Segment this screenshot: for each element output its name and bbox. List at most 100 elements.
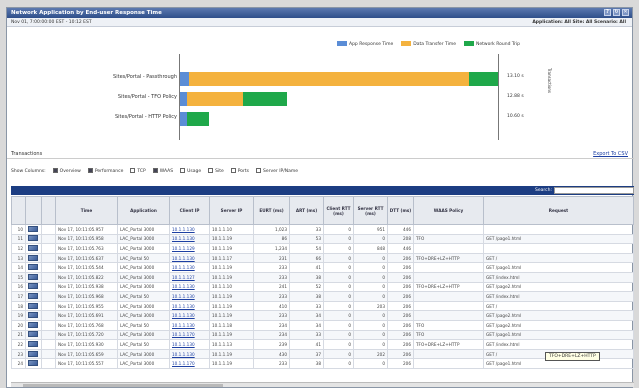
table-row[interactable]: 14 Nov 17, 10:11:05.544 LAC_Portal 3000 10.… [11,262,634,273]
client-ip-link[interactable]: 10.1.1.170 [169,358,210,369]
column-toggle[interactable]: Site [208,168,224,174]
time-cell: Nov 17, 10:11:05.955 [55,300,118,312]
details-icon[interactable] [28,292,38,299]
details-icon[interactable] [28,254,38,261]
checkbox[interactable] [208,168,214,173]
details-icon[interactable] [28,264,38,271]
client-ip-link[interactable]: 10.1.1.130 [169,233,210,245]
details-icon[interactable] [28,302,38,309]
column-header[interactable]: Request [483,196,634,225]
checkbox[interactable] [256,168,262,173]
column-toggle[interactable]: Usage [180,168,201,174]
checkbox[interactable] [152,168,158,173]
client-ip-link[interactable]: 10.1.1.130 [169,319,210,331]
column-header[interactable]: Client RTT (ms) [323,196,354,225]
table-row[interactable]: 18 Nov 17, 10:11:05.955 LAC_Portal 3000 10.… [11,300,634,312]
details-icon[interactable] [28,331,38,338]
column-toggle[interactable]: Performance [87,168,124,174]
waas-policy-cell [413,243,484,254]
table-row[interactable]: 13 Nov 17, 10:11:05.637 LAC_Portal 50 10.1.… [11,252,634,264]
horizontal-scrollbar[interactable] [11,382,634,387]
table-row[interactable]: 19 Nov 17, 10:11:05.691 LAC_Portal 3000 10.… [11,310,634,321]
column-header[interactable]: Time [55,196,118,225]
table-row[interactable]: 21 Nov 17, 10:11:05.720 LAC_Portal 3000 10.… [11,329,634,341]
column-header[interactable]: Application [117,196,170,225]
column-header[interactable]: Server RTT (ms) [353,196,388,225]
close-icon[interactable]: ✕ [622,9,629,16]
table-row[interactable]: 15 Nov 17, 10:11:05.822 LAC_Portal 3000 10.… [11,271,634,283]
refresh-icon[interactable]: ↻ [613,9,620,16]
search-input[interactable] [554,187,634,194]
column-toggle[interactable]: WAAS [152,168,173,174]
request-cell: GET /page1.html [483,329,634,341]
request-cell: GET / [483,252,634,264]
details-icon[interactable] [28,360,38,367]
details-icon[interactable] [28,350,38,357]
row-icon-cell [25,329,42,341]
client-ip-link[interactable]: 10.1.1.129 [169,243,210,254]
client-ip-link[interactable]: 10.1.1.130 [169,281,210,293]
checkbox[interactable] [87,168,93,173]
client-ip-link[interactable]: 10.1.1.127 [169,271,210,283]
column-header[interactable]: EURT (ms) [253,196,290,225]
column-toggle[interactable]: Ports [230,168,249,174]
column-toggle[interactable]: Server IP/Name [256,168,298,174]
column-header[interactable]: ART (ms) [289,196,324,225]
column-header[interactable] [11,196,26,225]
column-toggle-label: Performance [94,169,124,174]
table-row[interactable]: 17 Nov 17, 10:11:05.968 LAC_Portal 50 10.1.… [11,291,634,302]
right-value-label: 10.60 s [507,114,524,119]
client-ip-link[interactable]: 10.1.1.130 [169,224,210,235]
spacer-cell [41,224,56,235]
client-ip-link[interactable]: 10.1.1.130 [169,291,210,302]
details-icon[interactable] [28,321,38,328]
client-ip-link[interactable]: 10.1.1.130 [169,348,210,360]
help-icon[interactable]: ? [604,9,611,16]
dtt-cell: 206 [387,329,414,341]
client-ip-link[interactable]: 10.1.1.130 [169,300,210,312]
scrollbar-thumb[interactable] [23,384,223,387]
checkbox[interactable] [230,168,236,173]
request-cell: GET / [483,300,634,312]
client-rtt-cell: 0 [323,243,354,254]
details-icon[interactable] [28,273,38,280]
checkbox[interactable] [180,168,186,173]
export-csv-link[interactable]: Export To CSV [593,151,628,157]
client-ip-link[interactable]: 10.1.1.130 [169,262,210,273]
column-header[interactable]: WAAS Policy [413,196,484,225]
details-icon[interactable] [28,235,38,242]
column-header[interactable] [41,196,56,225]
table-row[interactable]: 24 Nov 17, 10:11:05.557 LAC_Portal 3000 10.… [11,358,634,369]
filter-summary[interactable]: Application: All Site: All Scenario: All [532,20,626,25]
client-ip-link[interactable]: 10.1.1.130 [169,310,210,321]
client-rtt-cell: 0 [323,252,354,264]
column-toggle[interactable]: TCP [130,168,146,174]
column-header[interactable]: Server IP [209,196,254,225]
table-row[interactable]: 16 Nov 17, 10:11:05.938 LAC_Portal 3000 10.… [11,281,634,293]
client-ip-link[interactable]: 10.1.1.130 [169,252,210,264]
details-icon[interactable] [28,244,38,251]
column-toggle[interactable]: Overview [52,168,81,174]
client-rtt-cell: 0 [323,358,354,369]
waas-policy-cell [413,291,484,302]
client-ip-link[interactable]: 10.1.1.130 [169,339,210,350]
checkbox[interactable] [130,168,136,173]
table-row[interactable]: 10 Nov 17, 10:11:05.957 LAC_Portal 3000 10.… [11,224,634,235]
details-icon[interactable] [28,225,38,232]
art-cell: 37 [289,348,324,360]
checkbox[interactable] [52,168,58,173]
column-header[interactable]: DTT (ms) [387,196,414,225]
table-row[interactable]: 22 Nov 17, 10:11:05.930 LAC_Portal 50 10.1.… [11,339,634,350]
details-icon[interactable] [28,312,38,319]
time-cell: Nov 17, 10:11:05.691 [55,310,118,321]
column-header[interactable]: Client IP [169,196,210,225]
table-row[interactable]: 12 Nov 17, 10:11:05.763 LAC_Portal 3000 10.… [11,243,634,254]
column-header[interactable] [25,196,42,225]
table-row[interactable]: 20 Nov 17, 10:11:05.768 LAC_Portal 50 10.1.… [11,319,634,331]
client-ip-link[interactable]: 10.1.1.170 [169,329,210,341]
details-icon[interactable] [28,340,38,347]
table-row[interactable]: 11 Nov 17, 10:11:05.958 LAC_Portal 3000 10.… [11,233,634,245]
table-row[interactable]: 23 Nov 17, 10:11:05.659 LAC_Portal 3000 10.… [11,348,634,360]
details-icon[interactable] [28,283,38,290]
waas-policy-cell [413,310,484,321]
